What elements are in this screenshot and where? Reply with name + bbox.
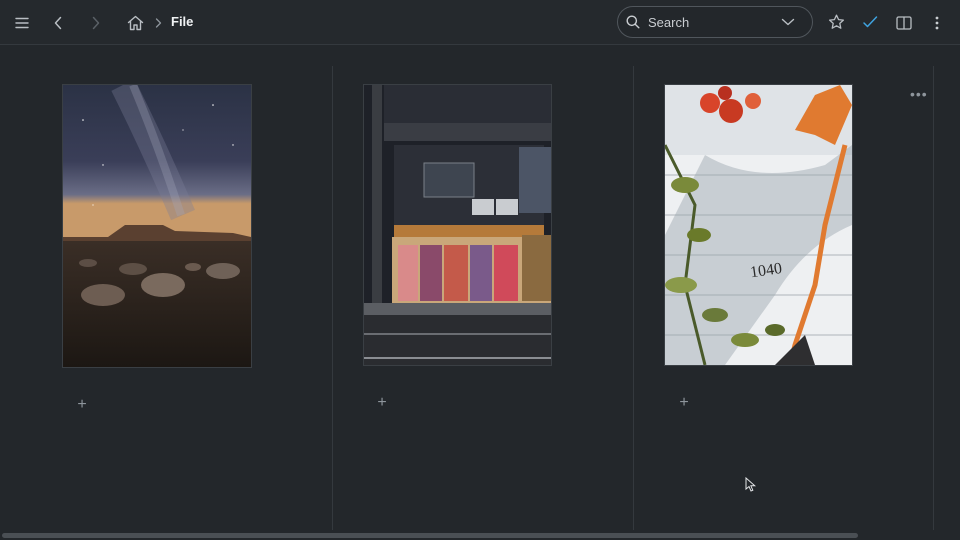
card-more-button[interactable]: ••• (910, 86, 928, 102)
split-view-icon[interactable] (894, 13, 914, 33)
photo-desert-night-sky[interactable] (62, 84, 252, 368)
add-card-button-2[interactable]: + (372, 393, 392, 413)
search-box[interactable] (617, 6, 813, 38)
chevron-right-icon[interactable] (86, 13, 106, 33)
top-toolbar: File (0, 0, 960, 45)
star-icon[interactable] (826, 12, 846, 32)
mouse-cursor-icon (745, 476, 757, 497)
more-vertical-icon[interactable] (928, 13, 946, 33)
breadcrumb-title[interactable]: File (171, 14, 193, 29)
home-icon[interactable] (125, 13, 145, 33)
board: 1040 ••• + + + (0, 46, 960, 532)
photo-house-number-1040[interactable]: 1040 (664, 84, 853, 366)
chevron-down-icon[interactable] (780, 15, 796, 29)
chevron-left-icon[interactable] (48, 13, 68, 33)
search-icon (626, 15, 640, 29)
add-card-button-3[interactable]: + (674, 393, 694, 413)
add-card-button-1[interactable]: + (72, 395, 92, 415)
scrollbar-thumb[interactable] (2, 533, 858, 538)
horizontal-scrollbar[interactable] (0, 530, 960, 540)
photo-street-shop-night[interactable] (363, 84, 552, 366)
breadcrumb-separator-icon (152, 15, 164, 31)
search-input[interactable] (648, 13, 768, 31)
check-icon[interactable] (860, 12, 880, 32)
hamburger-icon[interactable] (12, 13, 32, 33)
